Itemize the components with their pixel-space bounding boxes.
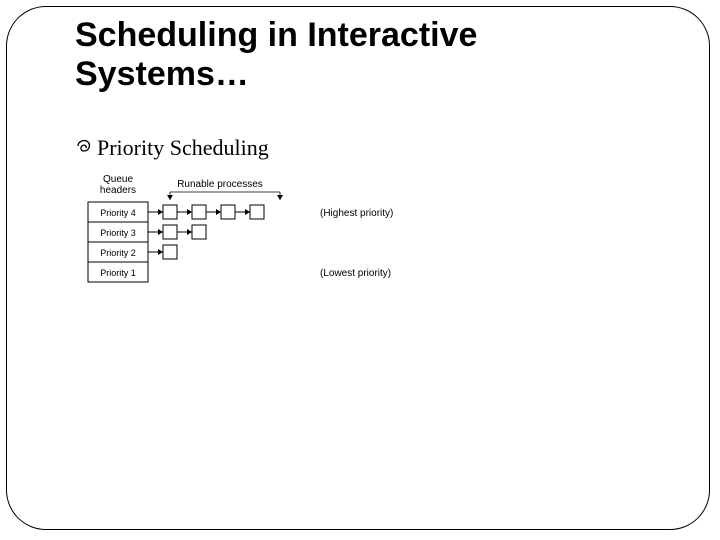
swirl-icon [75,137,93,159]
process-box [221,205,235,219]
process-box [163,245,177,259]
page-title: Scheduling in Interactive Systems… [75,16,477,94]
row-label-2: Priority 3 [100,228,136,238]
process-box [250,205,264,219]
bullet-text: Priority Scheduling [97,135,269,161]
row-label-4: Priority 1 [100,268,136,278]
title-line-1: Scheduling in Interactive [75,16,477,54]
label-queue-headers-2: headers [100,185,136,196]
process-box [163,225,177,239]
process-box [163,205,177,219]
process-box [192,225,206,239]
priority-queues-diagram: Queue headers Runable processes Priority… [80,170,440,310]
row-note-1: (Highest priority) [320,208,393,219]
label-runable-processes: Runable processes [177,179,263,190]
bullet-item: Priority Scheduling [75,135,269,161]
label-queue-headers-1: Queue [103,174,133,185]
row-label-1: Priority 4 [100,208,136,218]
process-box [192,205,206,219]
row-label-3: Priority 2 [100,248,136,258]
row-note-4: (Lowest priority) [320,268,391,279]
title-line-2: Systems… [75,55,249,93]
